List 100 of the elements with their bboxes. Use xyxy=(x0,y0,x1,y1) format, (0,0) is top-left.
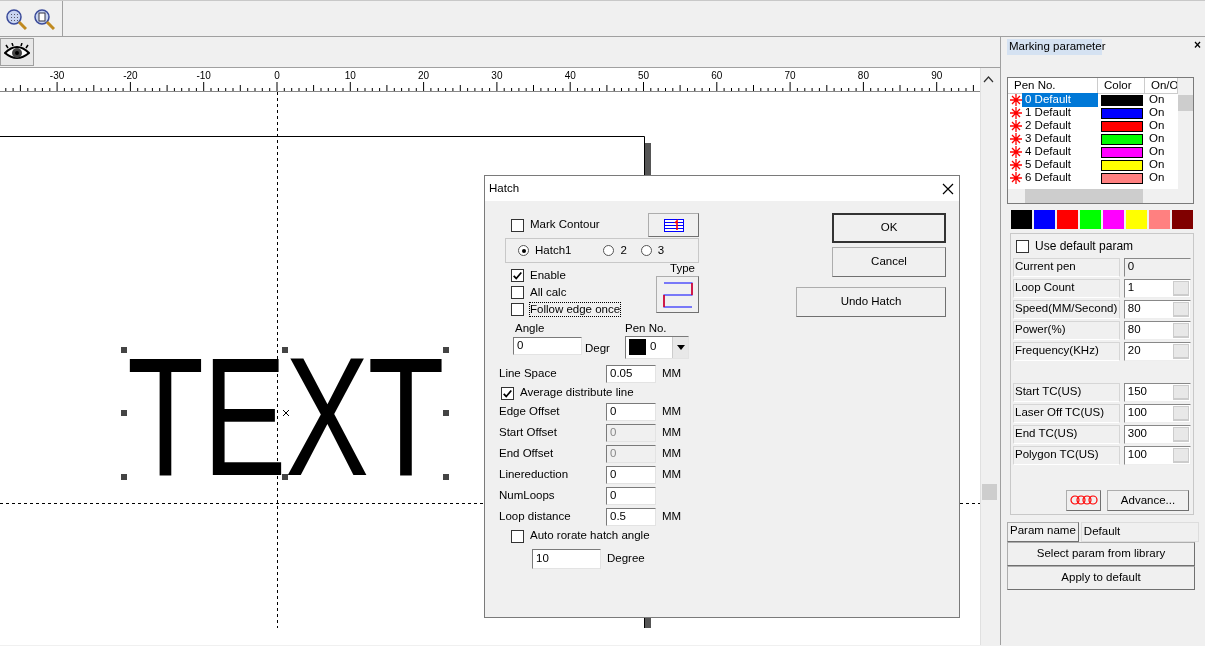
ruler-label: 60 xyxy=(710,70,724,82)
input-field[interactable]: 0 xyxy=(606,487,656,506)
checkbox[interactable] xyxy=(501,386,514,400)
zoom-icon[interactable] xyxy=(5,7,27,30)
radio-button[interactable] xyxy=(640,245,652,256)
param-label: Laser Off TC(US) xyxy=(1013,403,1120,423)
text-object[interactable]: TEXT xyxy=(127,333,443,501)
ruler-label: -20 xyxy=(122,70,139,82)
input-field[interactable]: 0.5 xyxy=(606,508,656,527)
pen-state: On xyxy=(1149,132,1165,147)
param-label: End TC(US) xyxy=(1013,424,1120,444)
column-header[interactable]: Color xyxy=(1098,77,1145,93)
laser-star-icon xyxy=(1010,146,1022,159)
input-field[interactable]: 1 xyxy=(1123,278,1191,298)
angle-field[interactable]: 0 xyxy=(513,336,582,355)
checkbox[interactable] xyxy=(511,218,524,232)
pen-name[interactable]: 6 Default xyxy=(1022,171,1098,186)
input-field[interactable]: 80 xyxy=(1123,299,1191,319)
radio-label[interactable]: 3 xyxy=(657,243,665,258)
checkbox-label[interactable]: All calc xyxy=(530,285,567,300)
color-swatch[interactable] xyxy=(1103,209,1124,229)
advance-button[interactable]: Advance... xyxy=(1107,489,1189,511)
input-field: 0 xyxy=(606,424,656,443)
unit-label: MM xyxy=(662,405,683,420)
input-field[interactable]: 100 xyxy=(1123,403,1191,423)
rings-icon xyxy=(1069,495,1098,506)
panel-button[interactable]: Apply to default xyxy=(1007,565,1195,590)
pen-name[interactable]: 4 Default xyxy=(1022,145,1098,160)
checkbox-label[interactable]: Use default param xyxy=(1035,239,1134,254)
pen-name[interactable]: 5 Default xyxy=(1022,158,1098,173)
checkbox[interactable] xyxy=(1016,239,1029,253)
color-swatch[interactable] xyxy=(1080,209,1101,229)
unit-label: MM xyxy=(662,447,683,462)
color-swatch[interactable] xyxy=(1034,209,1055,229)
pen-dropdown[interactable]: 0 xyxy=(625,335,689,359)
laser-star-icon xyxy=(1010,120,1022,133)
input-field[interactable]: 300 xyxy=(1123,424,1191,444)
dialog-button[interactable]: Cancel xyxy=(832,247,946,277)
input-field[interactable]: 0.05 xyxy=(606,365,656,384)
close-icon[interactable] xyxy=(941,181,955,196)
radio-label[interactable]: Hatch1 xyxy=(535,243,572,258)
column-header[interactable]: Pen No. xyxy=(1008,77,1098,93)
laser-star-icon xyxy=(1010,133,1022,146)
loop-button[interactable] xyxy=(1066,489,1101,511)
checkbox[interactable] xyxy=(511,529,524,543)
input-field[interactable]: 100 xyxy=(1123,445,1191,465)
pen-name[interactable]: 0 Default xyxy=(1022,93,1098,108)
checkbox-label[interactable]: Average distribute line xyxy=(520,386,634,401)
input-field[interactable]: 80 xyxy=(1123,320,1191,340)
field-value: 80 xyxy=(1127,323,1141,338)
dialog-button[interactable]: OK xyxy=(832,213,946,243)
pen-name[interactable]: 2 Default xyxy=(1022,119,1098,134)
angle-step-field[interactable]: 10 xyxy=(532,548,601,569)
unit-label: Degr xyxy=(585,341,610,356)
pen-name[interactable]: 3 Default xyxy=(1022,132,1098,147)
unit-label: MM xyxy=(662,367,683,382)
zoom-page-icon[interactable] xyxy=(33,7,55,30)
hatch-type-button[interactable] xyxy=(656,275,699,313)
ruler-label: 80 xyxy=(856,70,870,82)
checkbox[interactable] xyxy=(511,303,524,316)
radio-button[interactable] xyxy=(518,245,529,256)
pen-state: On xyxy=(1149,119,1165,134)
checkbox[interactable] xyxy=(511,269,524,282)
panel-button[interactable]: Select param from library xyxy=(1007,541,1195,566)
input-field[interactable]: 0 xyxy=(606,403,656,422)
scrollbar[interactable] xyxy=(1178,77,1193,189)
ruler-label: 90 xyxy=(930,70,944,82)
input-field[interactable]: 20 xyxy=(1123,341,1191,361)
color-swatch[interactable] xyxy=(1057,209,1078,229)
radio-button[interactable] xyxy=(603,245,615,256)
checkbox-label[interactable]: Auto rorate hatch angle xyxy=(530,529,650,544)
checkbox-label[interactable]: Enable xyxy=(530,268,566,283)
checkbox-label[interactable]: Mark Contour xyxy=(530,218,600,232)
radio-label[interactable]: 2 xyxy=(620,243,627,258)
unit-label: MM xyxy=(662,426,683,441)
laser-star-icon xyxy=(1010,107,1022,120)
checkbox[interactable] xyxy=(511,286,524,299)
scrollbar-thumb[interactable] xyxy=(982,484,997,500)
selection-handles[interactable] xyxy=(121,347,449,480)
color-swatch[interactable] xyxy=(1011,209,1032,229)
contour-settings-button[interactable] xyxy=(648,213,699,237)
color-swatch[interactable] xyxy=(1149,209,1170,229)
input-field[interactable]: 150 xyxy=(1123,382,1191,402)
ruler-label: 0 xyxy=(273,70,281,82)
field-label: Angle xyxy=(514,322,546,336)
pen-name[interactable]: 1 Default xyxy=(1022,106,1098,121)
scrollbar[interactable] xyxy=(1008,188,1193,203)
field-value: 1 xyxy=(1127,281,1135,296)
caret-icon xyxy=(676,344,685,350)
ruler-label: 40 xyxy=(563,70,577,82)
input-field[interactable]: 0 xyxy=(606,466,656,485)
color-swatch[interactable] xyxy=(1126,209,1147,229)
eye-button[interactable] xyxy=(0,38,34,66)
checkbox-label[interactable]: Follow edge once xyxy=(530,302,621,317)
field-label: Start Offset xyxy=(499,426,558,441)
pen-state: On xyxy=(1149,158,1165,173)
color-swatch[interactable] xyxy=(1172,209,1193,229)
close-button[interactable]: × xyxy=(1194,38,1201,53)
dialog-button[interactable]: Undo Hatch xyxy=(796,287,946,317)
field-value: 80 xyxy=(1127,302,1141,317)
